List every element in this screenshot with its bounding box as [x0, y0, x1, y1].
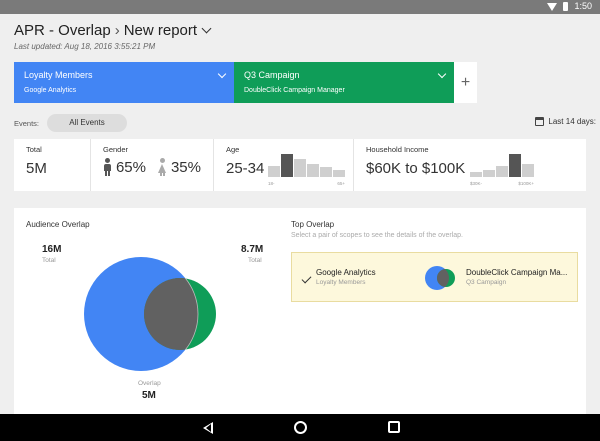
metric-value: 5M	[26, 160, 47, 177]
battery-icon	[563, 1, 569, 11]
metrics-strip: Total 5M Gender 65% 35% Age 25-34 18- 65…	[14, 139, 586, 191]
wifi-icon	[547, 2, 558, 11]
last-updated: Last updated: Aug 18, 2016 3:55:21 PM	[14, 42, 156, 51]
age-bar	[294, 159, 306, 177]
mini-venn-icon	[425, 266, 455, 290]
income-bar	[470, 172, 482, 177]
metric-total[interactable]: Total 5M	[14, 139, 91, 191]
income-tick-max: $100K+	[518, 181, 534, 186]
back-icon[interactable]	[203, 422, 213, 434]
income-bar	[483, 170, 495, 177]
metric-label: Gender	[103, 145, 129, 154]
scope-source: DoubleClick Campaign Manager	[244, 87, 345, 94]
check-icon	[301, 273, 312, 284]
overlap-pair-row[interactable]: Google Analytics Loyalty Members DoubleC…	[291, 252, 578, 302]
metric-label: Total	[26, 145, 42, 154]
age-bar	[333, 170, 345, 177]
breadcrumb-root[interactable]: APR - Overlap	[14, 22, 111, 39]
home-icon[interactable]	[294, 421, 307, 434]
overlap-label: Overlap	[138, 380, 161, 387]
breadcrumb: APR - Overlap › New report	[14, 22, 212, 39]
age-bar	[281, 154, 293, 177]
right-total-value: 8.7M	[241, 244, 264, 255]
calendar-icon	[535, 117, 545, 126]
events-row: Events: All Events Last 14 days:	[0, 112, 600, 136]
top-overlap-subtitle: Select a pair of scopes to see the detai…	[291, 232, 463, 239]
left-total-value: 16M	[42, 244, 62, 255]
scope-name: Loyalty Members	[24, 70, 93, 80]
pair-scope-2-name: DoubleClick Campaign Ma...	[466, 268, 568, 277]
pair-scope-1: Google Analytics Loyalty Members	[316, 268, 376, 286]
male-icon	[103, 158, 111, 176]
breadcrumb-separator: ›	[114, 22, 120, 39]
date-range-label: Last 14 days:	[548, 117, 596, 126]
female-icon	[158, 158, 166, 176]
scope-q3-campaign[interactable]: Q3 Campaign DoubleClick Campaign Manager	[234, 62, 454, 103]
report-name[interactable]: New report	[124, 22, 197, 39]
events-filter-chip[interactable]: All Events	[47, 114, 127, 132]
overlap-value: 5M	[142, 390, 156, 401]
pair-scope-2-sub: Q3 Campaign	[466, 279, 507, 286]
income-bar	[522, 164, 534, 177]
metric-age[interactable]: Age 25-34 18- 65+	[214, 139, 354, 191]
header: APR - Overlap › New report Last updated:…	[0, 14, 600, 62]
date-range-button[interactable]: Last 14 days:	[535, 117, 596, 126]
age-bar	[320, 167, 332, 177]
age-tick-min: 18-	[268, 181, 275, 186]
recents-icon[interactable]	[388, 421, 400, 433]
income-bar	[496, 166, 508, 177]
age-bar	[268, 166, 280, 177]
age-histogram: 18- 65+	[268, 153, 345, 186]
top-overlap-title: Top Overlap	[291, 220, 335, 229]
male-percent: 65%	[115, 158, 146, 176]
audience-venn-diagram[interactable]	[84, 256, 224, 376]
app-content: APR - Overlap › New report Last updated:…	[0, 14, 600, 414]
overlap-card: Audience Overlap 16M Total 8.7M Total Ov…	[14, 208, 586, 414]
metric-gender[interactable]: Gender 65% 35%	[91, 139, 214, 191]
age-bar	[307, 164, 319, 177]
income-bar	[509, 154, 521, 177]
add-scope-button[interactable]: +	[454, 62, 477, 103]
audience-overlap-title: Audience Overlap	[26, 220, 90, 229]
status-bar: 1:50	[0, 0, 600, 14]
income-histogram: $30K- $100K+	[470, 153, 534, 186]
clock: 1:50	[574, 1, 592, 11]
scope-name: Q3 Campaign	[244, 70, 300, 80]
scope-source: Google Analytics	[24, 87, 77, 94]
events-label: Events:	[14, 119, 40, 128]
female-percent: 35%	[170, 158, 201, 176]
left-total-label: Total	[42, 257, 56, 264]
metric-household-income[interactable]: Household Income $60K to $100K $30K- $10…	[354, 139, 586, 191]
pair-scope-1-name: Google Analytics	[316, 268, 376, 277]
income-tick-min: $30K-	[470, 181, 483, 186]
pair-scope-2: DoubleClick Campaign Ma... Q3 Campaign	[466, 268, 567, 286]
age-tick-max: 65+	[337, 181, 345, 186]
pair-scope-1-sub: Loyalty Members	[316, 279, 366, 286]
scope-loyalty-members[interactable]: Loyalty Members Google Analytics	[14, 62, 234, 103]
right-total-label: Total	[248, 257, 262, 264]
navigation-bar	[0, 414, 600, 441]
chevron-down-icon[interactable]	[201, 23, 212, 34]
